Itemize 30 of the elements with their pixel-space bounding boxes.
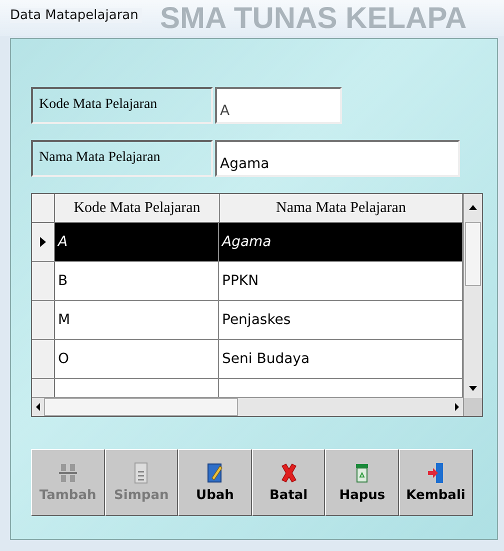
scrollbar-corner — [464, 398, 482, 416]
vertical-scrollbar[interactable] — [463, 194, 482, 416]
table-row[interactable]: A Agama — [32, 223, 463, 262]
toolbar-button[interactable]: Ubah — [178, 449, 252, 516]
table-cell: B — [55, 262, 219, 300]
table-row[interactable]: O Seni Budaya — [32, 340, 463, 379]
table-cell: O — [55, 340, 219, 378]
table-cell: A — [55, 223, 219, 261]
scroll-thumb[interactable] — [465, 222, 481, 286]
window-title: Data Matapelajaran — [10, 8, 142, 23]
text-field[interactable]: A — [215, 87, 342, 124]
scroll-thumb[interactable] — [44, 398, 238, 416]
horizontal-scrollbar[interactable] — [32, 397, 463, 416]
table-row[interactable]: B PPKN — [32, 262, 463, 301]
field-label: Nama Mata Pelajaran — [31, 140, 213, 177]
door-icon — [426, 462, 446, 484]
background-title: SMA TUNAS KELAPA — [160, 2, 467, 36]
row-pointer-icon — [39, 236, 47, 248]
table-cell: M — [55, 301, 219, 339]
row-header[interactable] — [32, 223, 55, 261]
table-cell: Agama — [219, 223, 463, 261]
column-header[interactable]: Kode Mata Pelajaran — [55, 194, 220, 222]
toolbar-button[interactable]: Batal — [252, 449, 326, 516]
table-row[interactable]: M Penjaskes — [32, 301, 463, 340]
pencil-icon — [204, 462, 225, 484]
text-field[interactable]: Agama — [215, 140, 460, 177]
toolbar-button[interactable]: Kembali — [398, 449, 473, 516]
toolbar-button[interactable]: Hapus — [325, 449, 399, 516]
grid-icon — [58, 462, 78, 484]
field-label: Kode Mata Pelajaran — [31, 87, 213, 124]
